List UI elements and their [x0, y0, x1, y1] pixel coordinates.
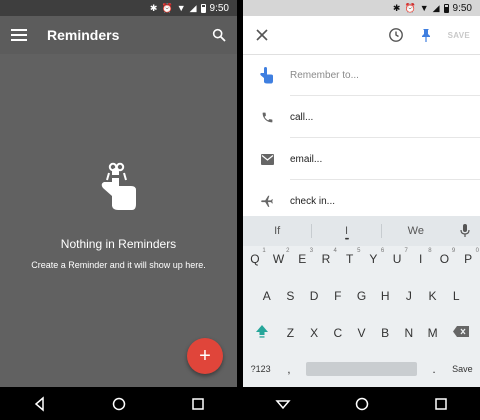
finger-string-icon	[101, 162, 136, 210]
app-bar: Reminders	[0, 16, 237, 54]
key-u[interactable]: U7	[385, 248, 409, 266]
suggestion-label[interactable]: email...	[290, 154, 322, 165]
key-m[interactable]: M	[421, 326, 445, 340]
add-reminder-button[interactable]: +	[187, 338, 223, 374]
bluetooth-icon: ✱	[392, 2, 401, 13]
alarm-icon: ⏰	[404, 2, 416, 13]
save-button[interactable]: SAVE	[448, 31, 470, 40]
home-icon[interactable]	[111, 396, 127, 412]
back-icon[interactable]	[32, 395, 48, 412]
battery-icon	[200, 3, 206, 13]
status-bar: ✱ ⏰ ▼ ◢ 9:50	[0, 0, 237, 16]
battery-icon	[443, 3, 449, 13]
reminder-input-row[interactable]: Remember to...	[243, 54, 480, 96]
key-h[interactable]: H	[373, 289, 397, 303]
reminders-list-screen: ✱ ⏰ ▼ ◢ 9:50 Reminders Nothing in Remind…	[0, 0, 237, 420]
key-d[interactable]: D	[302, 289, 326, 303]
phone-icon	[259, 109, 275, 125]
key-p[interactable]: P0	[456, 248, 480, 266]
wifi-icon: ▼	[419, 2, 429, 13]
keyboard-suggestion[interactable]: I	[312, 225, 380, 237]
suggestion-label[interactable]: call...	[290, 112, 313, 123]
key-i[interactable]: I8	[409, 248, 433, 266]
suggestion-label[interactable]: check in...	[290, 196, 335, 207]
empty-state: Nothing in Reminders Create a Reminder a…	[0, 160, 237, 274]
clock-icon[interactable]	[388, 27, 404, 43]
symbols-key[interactable]: ?123	[243, 364, 278, 374]
status-bar: ✱ ⏰ ▼ ◢ 9:50	[243, 0, 480, 16]
keyboard-row-3: Z X C V B N M	[243, 324, 480, 341]
key-f[interactable]: F	[326, 289, 350, 303]
back-icon[interactable]	[274, 396, 291, 412]
signal-icon: ◢	[189, 2, 197, 13]
space-bar[interactable]	[305, 362, 418, 376]
enter-save-key[interactable]: Save	[445, 364, 480, 374]
key-z[interactable]: Z	[279, 326, 303, 340]
period-key[interactable]: .	[423, 362, 445, 376]
reminder-input[interactable]: Remember to...	[290, 70, 359, 81]
navigation-bar	[243, 387, 480, 420]
key-b[interactable]: B	[373, 326, 397, 340]
close-icon[interactable]	[255, 28, 269, 42]
key-x[interactable]: X	[302, 326, 326, 340]
pin-icon[interactable]	[418, 27, 434, 43]
alarm-icon: ⏰	[161, 2, 173, 13]
key-s[interactable]: S	[279, 289, 303, 303]
status-time: 9:50	[209, 2, 229, 14]
backspace-icon[interactable]	[444, 325, 478, 340]
keyboard-row-1: Q1 W2 E3 R4 T5 Y6 U7 I8 O9 P0	[243, 248, 480, 266]
recents-icon[interactable]	[190, 396, 206, 412]
shift-icon[interactable]	[245, 324, 279, 341]
new-reminder-screen: ✱ ⏰ ▼ ◢ 9:50 SAVE Remember to... call...…	[243, 0, 480, 420]
key-t[interactable]: T5	[338, 248, 362, 266]
keyboard-suggestion-strip: If I We	[243, 216, 480, 246]
airplane-icon	[259, 193, 275, 209]
page-title: Reminders	[47, 27, 120, 43]
keyboard-suggestion[interactable]: If	[243, 225, 311, 237]
key-r[interactable]: R4	[314, 248, 338, 266]
key-n[interactable]: N	[397, 326, 421, 340]
editor-toolbar: SAVE	[243, 16, 480, 55]
signal-icon: ◢	[432, 2, 440, 13]
home-icon[interactable]	[354, 396, 370, 412]
bluetooth-icon: ✱	[149, 2, 158, 13]
key-q[interactable]: Q1	[243, 248, 267, 266]
key-c[interactable]: C	[326, 326, 350, 340]
key-e[interactable]: E3	[290, 248, 314, 266]
key-o[interactable]: O9	[433, 248, 457, 266]
empty-message: Create a Reminder and it will show up he…	[31, 260, 206, 270]
wifi-icon: ▼	[176, 2, 186, 13]
key-g[interactable]: G	[350, 289, 374, 303]
suggestion-call[interactable]: call...	[243, 96, 480, 138]
email-icon	[259, 151, 275, 167]
comma-key[interactable]: ,	[278, 362, 300, 376]
microphone-icon[interactable]	[450, 224, 480, 238]
keyboard-suggestion[interactable]: We	[382, 225, 450, 237]
key-w[interactable]: W2	[267, 248, 291, 266]
hand-icon	[259, 67, 275, 84]
key-j[interactable]: J	[397, 289, 421, 303]
key-v[interactable]: V	[350, 326, 374, 340]
key-a[interactable]: A	[255, 289, 279, 303]
status-time: 9:50	[452, 2, 472, 14]
empty-heading: Nothing in Reminders	[60, 237, 177, 251]
navigation-bar	[0, 387, 237, 420]
search-icon[interactable]	[211, 27, 227, 43]
key-l[interactable]: L	[444, 289, 468, 303]
keyboard-row-2: A S D F G H J K L	[243, 289, 480, 303]
suggestion-email[interactable]: email...	[243, 138, 480, 180]
soft-keyboard: If I We Q1 W2 E3 R4 T5 Y6 U7 I8 O9 P0 A …	[243, 216, 480, 387]
menu-icon[interactable]	[11, 29, 27, 41]
recents-icon[interactable]	[433, 396, 449, 412]
key-k[interactable]: K	[421, 289, 445, 303]
keyboard-row-4: ?123 , . Save	[243, 362, 480, 376]
key-y[interactable]: Y6	[362, 248, 386, 266]
